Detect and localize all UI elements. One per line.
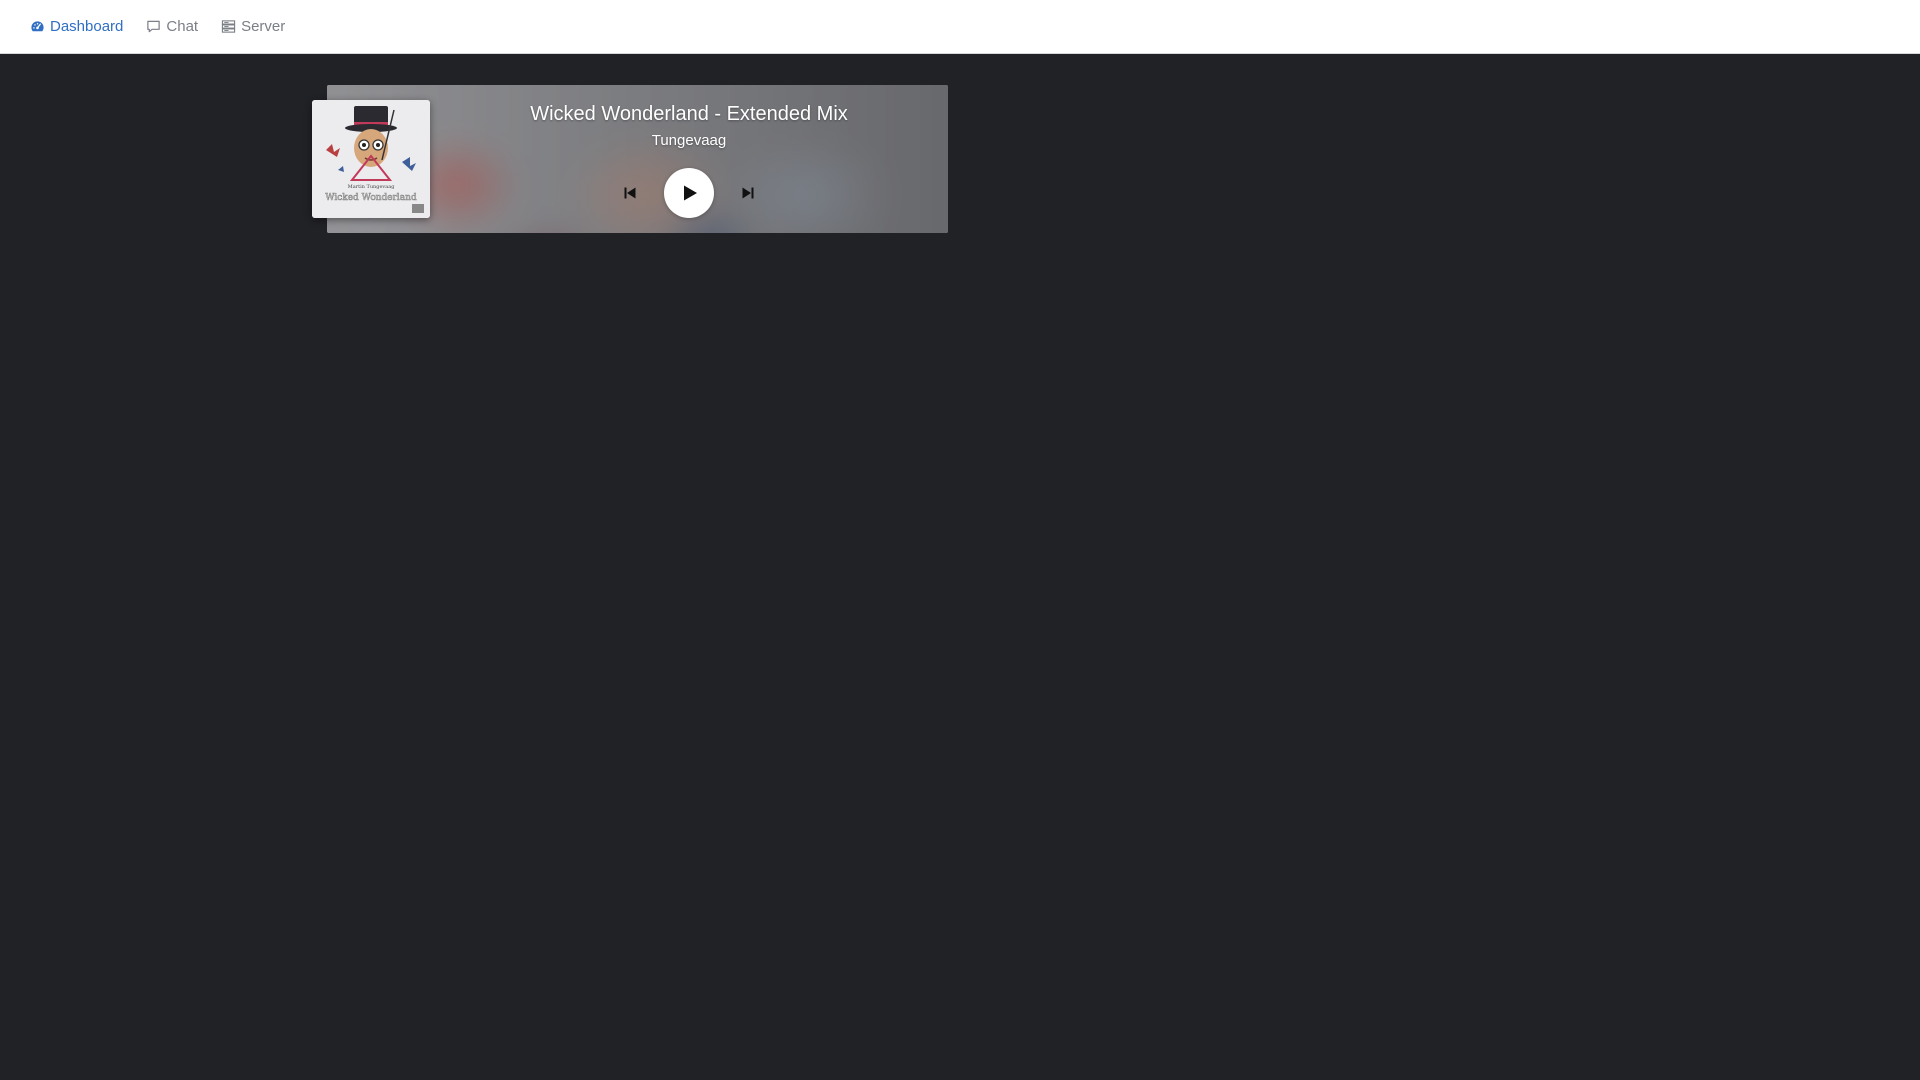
next-button[interactable] xyxy=(736,181,760,205)
nav-item-chat[interactable]: Chat xyxy=(146,18,198,35)
server-icon xyxy=(221,20,236,33)
nav-item-server[interactable]: Server xyxy=(221,18,285,35)
previous-button[interactable] xyxy=(618,181,642,205)
nav-item-label: Chat xyxy=(166,18,199,35)
nav-item-label: Dashboard xyxy=(50,18,124,35)
cover-bottom-text: Wicked Wonderland xyxy=(325,193,417,203)
chat-icon xyxy=(147,20,161,33)
cover-top-text: Martin Tungevaag xyxy=(348,184,396,190)
dashboard-icon xyxy=(31,21,44,32)
track-artist: Tungevaag xyxy=(651,132,727,149)
nav-item-label: Server xyxy=(241,18,286,35)
play-icon xyxy=(684,185,697,201)
playback-controls xyxy=(430,168,948,218)
play-button[interactable] xyxy=(664,168,714,218)
album-cover: Martin Tungevaag Wicked Wonderland xyxy=(312,100,430,218)
skip-next-icon xyxy=(742,187,754,199)
skip-previous-icon xyxy=(624,187,636,199)
main-content xyxy=(0,55,1920,1080)
nav-item-dashboard[interactable]: Dashboard xyxy=(30,18,123,35)
top-navigation: Dashboard Chat Server xyxy=(0,0,1920,54)
track-title: Wicked Wonderland - Extended Mix xyxy=(530,103,848,125)
album-art-image: Martin Tungevaag Wicked Wonderland xyxy=(312,100,430,218)
